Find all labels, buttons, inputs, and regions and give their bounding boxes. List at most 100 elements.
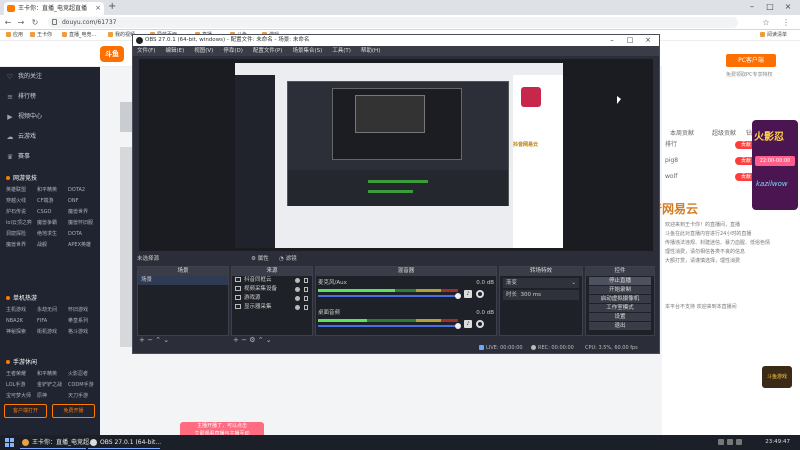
tab-super[interactable]: 超级贡献: [712, 128, 736, 137]
category-item[interactable]: 街机游戏: [37, 327, 68, 338]
source-item[interactable]: 显示器采集: [232, 303, 312, 312]
eye-icon[interactable]: [295, 296, 300, 301]
category-item[interactable]: DOTA2: [68, 185, 99, 196]
category-item[interactable]: 原神: [37, 391, 68, 402]
windows-start-icon[interactable]: [5, 438, 14, 447]
up-icon[interactable]: ⌃: [258, 336, 266, 344]
taskbar-item-obs[interactable]: OBS 27.0.1 (64-bit...: [88, 436, 161, 449]
close-window-icon[interactable]: ×: [641, 35, 655, 46]
category-item[interactable]: lol云顶之弈: [6, 218, 37, 229]
category-item[interactable]: 英雄联盟: [6, 185, 37, 196]
studio-mode-button[interactable]: 工作室模式: [589, 304, 651, 312]
maximize-icon[interactable]: □: [760, 0, 780, 14]
remove-icon[interactable]: −: [241, 336, 249, 344]
category-item[interactable]: CF端游: [37, 196, 68, 207]
minimize-icon[interactable]: –: [605, 35, 619, 46]
close-window-icon[interactable]: ×: [778, 0, 798, 14]
clock[interactable]: 23:49:47: [765, 435, 790, 450]
bookmark-item[interactable]: 我的视频: [108, 30, 135, 41]
category-item[interactable]: 和平精英: [37, 185, 68, 196]
category-item[interactable]: 王者荣耀: [6, 369, 37, 380]
category-item[interactable]: 绝地求生: [37, 229, 68, 240]
close-tab-icon[interactable]: ×: [95, 2, 101, 15]
forward-icon[interactable]: →: [15, 16, 27, 29]
add-icon[interactable]: +: [233, 336, 241, 344]
reload-icon[interactable]: ↻: [29, 16, 41, 29]
bookmark-item[interactable]: 直播_电竞...: [62, 30, 96, 41]
menu-profile[interactable]: 配置文件(P): [253, 48, 283, 54]
exit-button[interactable]: 退出: [589, 322, 651, 330]
menu-scene-collection[interactable]: 场景集合(S): [292, 48, 322, 54]
lock-icon[interactable]: [304, 278, 308, 283]
volume-slider[interactable]: [318, 323, 461, 329]
category-item[interactable]: 穿越火线: [6, 196, 37, 207]
category-item[interactable]: 主机游戏: [6, 305, 37, 316]
category-item[interactable]: DNF: [68, 196, 99, 207]
category-item[interactable]: 洞窟探险: [6, 229, 37, 240]
category-item[interactable]: 格斗游戏: [68, 327, 99, 338]
menu-view[interactable]: 视图(V): [194, 48, 213, 54]
maximize-icon[interactable]: □: [623, 35, 637, 46]
event-banner[interactable]: 火影忍 22:00-00:00 kazilwow: [752, 120, 798, 210]
category-item[interactable]: 魔兽怀旧服: [68, 218, 99, 229]
eye-icon[interactable]: [295, 305, 300, 310]
category-item[interactable]: CSGO: [37, 207, 68, 218]
properties-button[interactable]: ⚙ 属性: [251, 254, 269, 264]
start-stream-button[interactable]: 免费开播: [52, 404, 95, 418]
volume-icon[interactable]: [727, 439, 733, 445]
rank-row[interactable]: wolf 贡献: [665, 171, 757, 183]
source-item[interactable]: 视频采集设备: [232, 285, 312, 294]
lock-icon[interactable]: [304, 287, 308, 292]
category-item[interactable]: 和平精英: [37, 369, 68, 380]
obs-preview[interactable]: 抖音网易云: [139, 59, 653, 251]
bookmark-item[interactable]: 王卡你: [30, 30, 52, 41]
category-item[interactable]: FIFA: [37, 316, 68, 327]
sidebar-item-video[interactable]: ▶ 视频中心: [0, 107, 100, 127]
transition-duration[interactable]: 时长 300 ms: [503, 290, 579, 300]
lock-icon[interactable]: [304, 296, 308, 301]
douyu-logo[interactable]: 斗鱼: [100, 46, 124, 62]
menu-edit[interactable]: 编辑(E): [165, 48, 184, 54]
browser-tab[interactable]: 王卡你：直播_电竞超直播 ×: [4, 2, 104, 15]
speaker-icon[interactable]: ♪: [464, 290, 472, 298]
category-item[interactable]: 炉石传说: [6, 207, 37, 218]
sidebar-item-rank[interactable]: ≡ 排行榜: [0, 87, 100, 107]
source-item[interactable]: 抖音同框云: [232, 276, 312, 285]
category-item[interactable]: 魔兽争霸: [37, 218, 68, 229]
category-item[interactable]: LOL手游: [6, 380, 37, 391]
virtual-camera-button[interactable]: 启动虚拟摄像机: [589, 295, 651, 303]
rank-row[interactable]: 排行 贡献: [665, 139, 757, 151]
slider-knob[interactable]: [455, 323, 461, 329]
new-tab-icon[interactable]: +: [108, 1, 116, 12]
scene-item[interactable]: 场景: [138, 276, 228, 285]
settings-button[interactable]: 设置: [589, 313, 651, 321]
eye-icon[interactable]: [295, 287, 300, 292]
category-item[interactable]: NBA2K: [6, 316, 37, 327]
game-logo[interactable]: 斗鱼游戏: [762, 366, 792, 388]
speaker-icon[interactable]: ♪: [464, 320, 472, 328]
category-item[interactable]: 天刀手游: [68, 391, 99, 402]
obs-titlebar[interactable]: OBS 27.0.1 (64-bit, windows) - 配置文件: 未命名…: [133, 35, 659, 46]
category-item[interactable]: 拳皇系列: [68, 316, 99, 327]
gear-icon[interactable]: [476, 290, 484, 298]
category-item[interactable]: 永劫无间: [37, 305, 68, 316]
menu-help[interactable]: 帮助(H): [361, 48, 380, 54]
filters-button[interactable]: ◔ 滤镜: [279, 254, 297, 264]
category-item[interactable]: 神秘探索: [6, 327, 37, 338]
down-icon[interactable]: ⌄: [266, 336, 272, 344]
sidebar-item-esports[interactable]: ♛ 赛事: [0, 147, 100, 167]
category-item[interactable]: 怀旧游戏: [68, 305, 99, 316]
category-item[interactable]: DOTA: [68, 229, 99, 240]
menu-dots-icon[interactable]: ⋮: [780, 16, 792, 29]
url-input[interactable]: douyu.com/61737: [48, 17, 738, 28]
category-item[interactable]: APEX英雄: [68, 240, 99, 251]
transition-select[interactable]: 渐变 ⌄: [503, 278, 579, 288]
reading-list[interactable]: 阅读清单: [760, 30, 787, 41]
stop-streaming-button[interactable]: 停止直播: [589, 277, 651, 285]
network-icon[interactable]: [718, 439, 724, 445]
source-item[interactable]: 游戏源: [232, 294, 312, 303]
gear-icon[interactable]: ⚙: [249, 336, 258, 344]
start-recording-button[interactable]: 开始录制: [589, 286, 651, 294]
taskbar-item-browser[interactable]: 王卡你：直播_电竞超...: [20, 436, 95, 449]
ime-icon[interactable]: [736, 439, 742, 445]
